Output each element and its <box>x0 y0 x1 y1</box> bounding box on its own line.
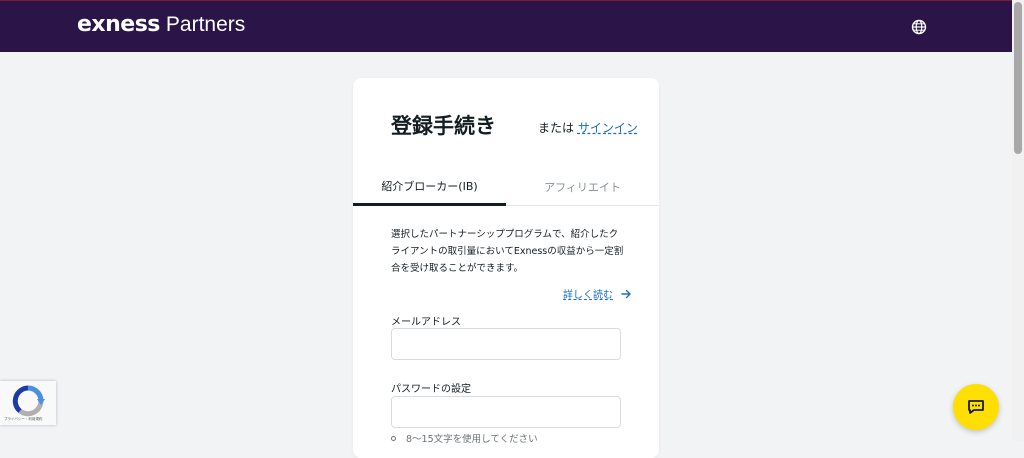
recaptcha-terms: プライバシー・利用規約 <box>4 417 43 421</box>
email-input[interactable] <box>391 328 621 360</box>
hint-bullet-icon <box>391 435 396 441</box>
signin-prompt: または サインイン <box>538 119 638 136</box>
password-hint: 8～15文字を使用してください <box>391 431 538 445</box>
logo-brand: exness <box>77 12 160 37</box>
chat-button[interactable] <box>953 384 999 430</box>
or-text: または <box>538 121 575 135</box>
page-title: 登録手続き <box>391 114 496 138</box>
signin-link[interactable]: サインイン <box>578 121 638 135</box>
password-label: パスワードの設定 <box>391 384 471 395</box>
tab-affiliate[interactable]: アフィリエイト <box>506 168 659 206</box>
exness-partners-logo[interactable]: exness Partners <box>77 12 245 37</box>
logo-subtitle: Partners <box>165 13 246 36</box>
password-hint-text: 8～15文字を使用してください <box>406 434 538 445</box>
learn-more-link[interactable]: 詳しく読む <box>563 286 632 301</box>
globe-icon[interactable] <box>911 19 927 35</box>
chat-bubble-icon <box>968 400 984 414</box>
learn-more-text: 詳しく読む <box>563 290 613 301</box>
program-tabs: 紹介ブローカー(IB) アフィリエイト <box>353 168 659 206</box>
scrollbar-thumb[interactable] <box>1014 2 1022 154</box>
registration-card: 登録手続き または サインイン 紹介ブローカー(IB) アフィリエイト 選択した… <box>353 78 659 458</box>
recaptcha-logo-icon <box>12 385 45 417</box>
arrow-right-icon <box>621 289 631 298</box>
recaptcha-badge[interactable]: プライバシー・利用規約 <box>0 381 56 425</box>
page-scrollbar[interactable] <box>1012 0 1024 441</box>
email-label: メールアドレス <box>391 317 461 328</box>
tab-introducing-broker[interactable]: 紹介ブローカー(IB) <box>353 168 506 206</box>
program-description: 選択したパートナーシッププログラムで、紹介したクライアントの取引量においてExn… <box>391 229 624 274</box>
top-header: exness Partners <box>0 0 1012 52</box>
password-input[interactable] <box>391 396 621 428</box>
